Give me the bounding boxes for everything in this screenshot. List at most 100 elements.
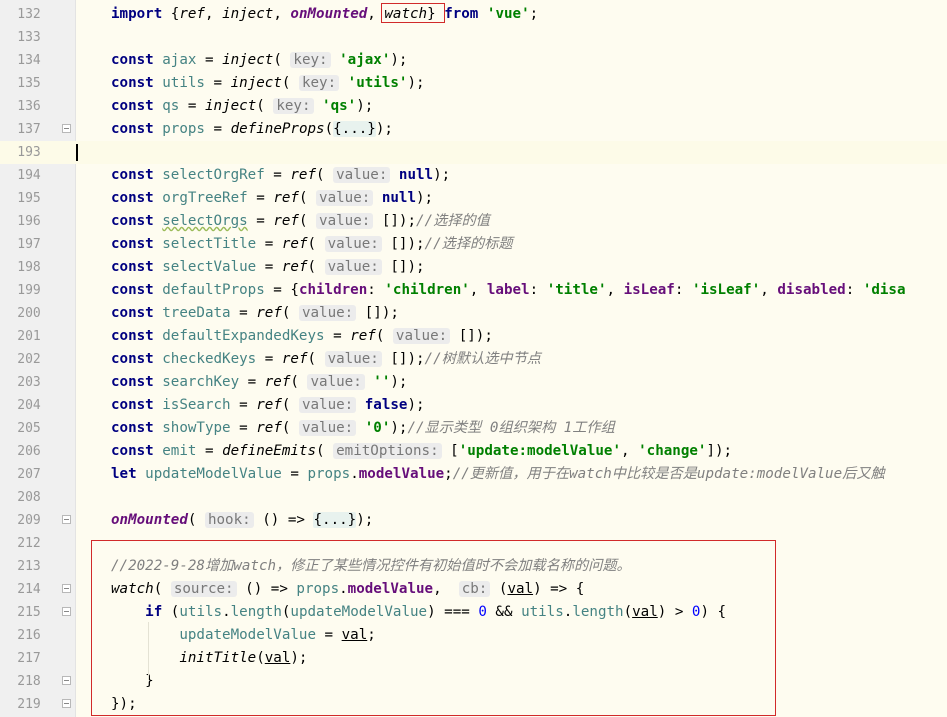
- code-line[interactable]: 202 const checkedKeys = ref( value: []);/…: [0, 348, 947, 371]
- code-token: () =>: [253, 512, 314, 528]
- code-token: ref: [350, 328, 376, 344]
- code-line[interactable]: 194 const selectOrgRef = ref( value: null…: [0, 164, 947, 187]
- code-line[interactable]: 206 const emit = defineEmits( emitOptions…: [0, 440, 947, 463]
- code-line[interactable]: 214 watch( source: () => props.modelValue…: [0, 578, 947, 601]
- code-line[interactable]: 134 const ajax = inject( key: 'ajax');: [0, 49, 947, 72]
- code-line[interactable]: 196 const selectOrgs = ref( value: []);//…: [0, 210, 947, 233]
- code-token: =: [196, 52, 223, 68]
- folded-region[interactable]: {...}: [333, 121, 376, 137]
- code-line[interactable]: 218 }: [0, 670, 947, 693]
- code-token: length: [230, 604, 282, 620]
- line-number: 195: [17, 191, 41, 206]
- fold-toggle-icon[interactable]: [62, 584, 71, 593]
- code-line[interactable]: 198 const selectValue = ref( value: []);: [0, 256, 947, 279]
- code-line[interactable]: 195 const orgTreeRef = ref( value: null);: [0, 187, 947, 210]
- code-token: updateModelValue: [145, 466, 282, 482]
- fold-toggle-icon[interactable]: [62, 699, 71, 708]
- folded-region[interactable]: {...}: [313, 512, 357, 528]
- fold-toggle-icon[interactable]: [62, 124, 71, 133]
- code-text: const selectOrgRef = ref( value: null);: [111, 164, 450, 187]
- code-token: selectTitle: [162, 236, 257, 252]
- fold-toggle-icon[interactable]: [62, 676, 71, 685]
- line-number: 206: [17, 444, 41, 459]
- code-line[interactable]: 203 const searchKey = ref( value: '');: [0, 371, 947, 394]
- code-token: 'children': [384, 282, 470, 298]
- code-token: [: [441, 443, 459, 459]
- code-token: ;: [444, 466, 453, 482]
- code-line[interactable]: 133: [0, 26, 947, 49]
- code-token: =: [247, 213, 274, 229]
- line-number: 199: [17, 283, 41, 298]
- code-line[interactable]: 204 const isSearch = ref( value: false);: [0, 394, 947, 417]
- line-number: 213: [17, 559, 41, 574]
- code-token: :: [674, 282, 692, 298]
- code-token: ref: [273, 213, 299, 229]
- line-number: 137: [17, 122, 41, 137]
- code-line[interactable]: 205 const showType = ref( value: '0');//显…: [0, 417, 947, 440]
- code-token: ajax: [162, 52, 197, 68]
- code-line[interactable]: 137 const props = defineProps({...});: [0, 118, 947, 141]
- code-line[interactable]: 208: [0, 486, 947, 509]
- fold-toggle-icon[interactable]: [62, 607, 71, 616]
- code-token: = {: [264, 282, 299, 298]
- code-token: ref: [256, 397, 282, 413]
- code-token: =: [316, 627, 342, 643]
- code-token: modelValue: [358, 466, 445, 482]
- line-number: 196: [17, 214, 41, 229]
- code-token: inject: [222, 52, 274, 68]
- code-token: :: [529, 282, 547, 298]
- code-token: showType: [162, 420, 231, 436]
- line-number: 136: [17, 99, 41, 114]
- code-token: props: [162, 121, 205, 137]
- code-token: (: [256, 98, 274, 114]
- code-token: :: [367, 282, 385, 298]
- line-number: 216: [17, 628, 41, 643]
- code-token: 'vue': [486, 6, 530, 22]
- code-token: (: [281, 420, 299, 436]
- parameter-hint: key:: [273, 98, 314, 114]
- code-token: []);: [458, 328, 493, 344]
- code-text: const selectOrgs = ref( value: []);//选择的…: [111, 210, 490, 233]
- code-token: (: [281, 75, 299, 91]
- parameter-hint: hook:: [204, 512, 254, 528]
- code-line[interactable]: 207 let updateModelValue = props.modelVal…: [0, 463, 947, 486]
- code-token: onMounted: [290, 6, 368, 22]
- code-line[interactable]: 216 updateModelValue = val;: [0, 624, 947, 647]
- code-token: length: [572, 604, 624, 620]
- code-token: (: [307, 351, 325, 367]
- code-token: const: [111, 98, 154, 114]
- code-line[interactable]: 135 const utils = inject( key: 'utils');: [0, 72, 947, 95]
- code-token: 'isLeaf': [691, 282, 761, 298]
- code-line[interactable]: 217 initTitle(val);: [0, 647, 947, 670]
- code-token: {: [162, 6, 180, 22]
- code-line[interactable]: 136 const qs = inject( key: 'qs');: [0, 95, 947, 118]
- code-token: (: [273, 52, 291, 68]
- code-token: =: [264, 167, 291, 183]
- code-token: searchKey: [162, 374, 240, 390]
- code-token: selectOrgs: [162, 213, 248, 229]
- code-line[interactable]: 219});: [0, 693, 947, 716]
- code-line[interactable]: 209 onMounted( hook: () => {...});: [0, 509, 947, 532]
- code-line[interactable]: 213 //2022-9-28增加watch，修正了某些情况控件有初始值时不会加载…: [0, 555, 947, 578]
- code-token: =: [256, 351, 282, 367]
- code-token: ,: [273, 6, 291, 22]
- code-line[interactable]: 201 const defaultExpandedKeys = ref( valu…: [0, 325, 947, 348]
- code-line[interactable]: 197 const selectTitle = ref( value: []);/…: [0, 233, 947, 256]
- code-editor[interactable]: 132 import {ref, inject, onMounted, watch…: [0, 0, 947, 717]
- fold-toggle-icon[interactable]: [62, 515, 71, 524]
- code-line[interactable]: 199 const defaultProps = {children: 'chil…: [0, 279, 947, 302]
- parameter-hint: value:: [298, 305, 357, 321]
- code-token: );: [416, 190, 434, 206]
- code-text: const selectValue = ref( value: []);: [111, 256, 425, 279]
- code-line[interactable]: 200 const treeData = ref( value: []);: [0, 302, 947, 325]
- code-line[interactable]: 193: [0, 141, 947, 164]
- code-line[interactable]: 215 if (utils.length(updateModelValue) =…: [0, 601, 947, 624]
- code-line[interactable]: 212: [0, 532, 947, 555]
- code-token: );: [407, 397, 425, 413]
- code-line[interactable]: 132 import {ref, inject, onMounted, watch…: [0, 3, 947, 26]
